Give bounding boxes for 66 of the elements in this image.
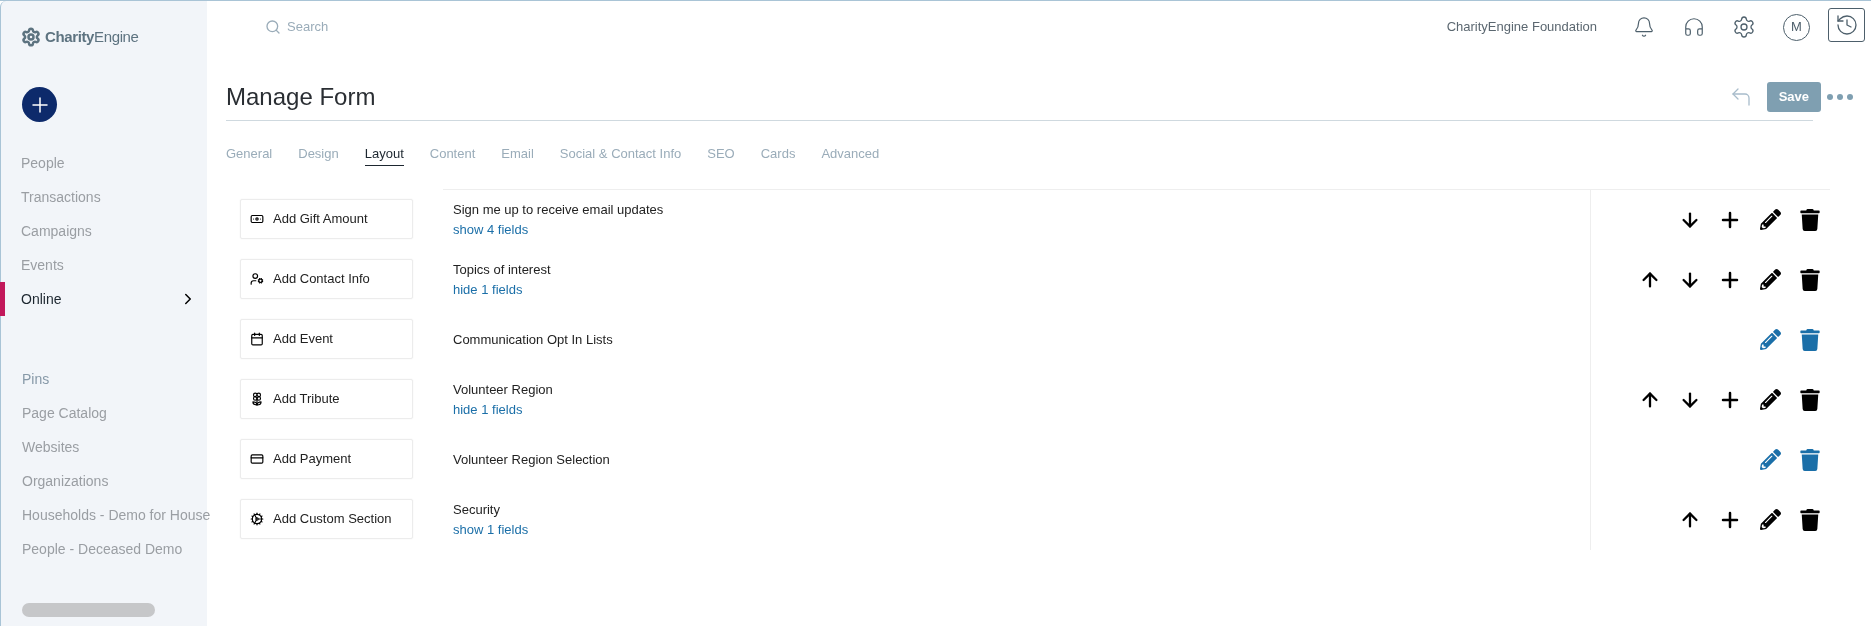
trash-icon xyxy=(1800,448,1820,471)
sidebar-item[interactable]: People xyxy=(0,146,207,180)
trash-icon xyxy=(1800,208,1820,231)
pinned-link[interactable]: Organizations xyxy=(1,464,207,498)
gear-logo-icon xyxy=(21,27,41,47)
section-title: Security xyxy=(453,501,501,519)
search-field[interactable]: Search xyxy=(287,17,537,37)
pencil-icon xyxy=(1759,449,1781,470)
sidebar-item[interactable]: Campaigns xyxy=(0,214,207,248)
add-section-button[interactable]: Add Gift Amount xyxy=(240,198,413,239)
search-icon xyxy=(265,19,281,35)
more-button[interactable] xyxy=(1827,94,1853,100)
trash-icon xyxy=(1800,268,1820,291)
history-icon xyxy=(1834,13,1859,37)
trash-icon xyxy=(1800,508,1820,531)
toggle-fields-link[interactable]: hide 1 fields xyxy=(453,399,523,419)
pencil-icon xyxy=(1759,209,1781,230)
tab[interactable]: Email xyxy=(501,144,534,166)
logo-text: CharityEngine xyxy=(45,26,139,47)
tab[interactable]: SEO xyxy=(707,144,735,166)
trash-icon xyxy=(1800,388,1820,411)
save-button[interactable]: Save xyxy=(1766,82,1821,112)
pencil-icon xyxy=(1759,389,1781,410)
pinned-link[interactable]: Page Catalog xyxy=(1,396,207,430)
sidebar-item[interactable]: Online xyxy=(0,282,207,316)
trash-icon xyxy=(1800,328,1820,351)
organization-name: CharityEngine Foundation xyxy=(1446,18,1597,37)
tab[interactable]: Design xyxy=(298,144,339,166)
bell-icon xyxy=(1633,16,1655,38)
calendar-icon xyxy=(250,331,264,346)
add-section-button[interactable]: Add Event xyxy=(240,318,413,359)
tab[interactable]: Cards xyxy=(760,144,796,166)
page-title: Manage Form xyxy=(226,82,376,112)
more-icon xyxy=(1827,94,1853,100)
pencil-icon xyxy=(1759,329,1781,350)
toggle-fields-link[interactable]: show 1 fields xyxy=(453,519,529,539)
tab[interactable]: Content xyxy=(429,144,476,166)
section-title: Volunteer Region Selection xyxy=(453,450,611,469)
headset-icon xyxy=(1683,16,1705,38)
pencil-icon xyxy=(1759,509,1781,530)
pinned-link[interactable]: People - Deceased Demo xyxy=(1,532,207,566)
toggle-fields-link[interactable]: hide 1 fields xyxy=(453,279,523,299)
settings-icon xyxy=(1732,15,1756,39)
toggle-fields-link[interactable]: show 4 fields xyxy=(453,219,529,239)
add-section-button[interactable]: Add Payment xyxy=(240,438,413,479)
tab[interactable]: Layout xyxy=(364,144,404,166)
add-section-button[interactable]: Add Custom Section xyxy=(240,498,413,539)
section-title: Volunteer Region xyxy=(453,381,554,399)
pins-heading: Pins xyxy=(21,369,51,389)
tab[interactable]: Social & Contact Info xyxy=(559,144,682,166)
tab[interactable]: Advanced xyxy=(821,144,880,166)
add-section-button[interactable]: Add Tribute xyxy=(240,378,413,419)
section-title: Sign me up to receive email updates xyxy=(453,201,665,219)
scrollbar[interactable] xyxy=(22,603,155,617)
create-button[interactable] xyxy=(22,87,57,122)
history-button[interactable] xyxy=(1828,8,1865,42)
add-section-button[interactable]: Add Contact Info xyxy=(240,258,413,299)
pencil-icon xyxy=(1759,269,1781,290)
user-gear-icon xyxy=(250,271,264,286)
section-title: Communication Opt In Lists xyxy=(453,330,614,349)
sidebar-item[interactable]: Events xyxy=(0,248,207,282)
pinned-link[interactable]: Websites xyxy=(1,430,207,464)
section-title: Topics of interest xyxy=(453,261,552,279)
sidebar-item[interactable]: Transactions xyxy=(0,180,207,214)
credit-card-icon xyxy=(250,451,264,466)
tab[interactable]: General xyxy=(226,144,273,166)
